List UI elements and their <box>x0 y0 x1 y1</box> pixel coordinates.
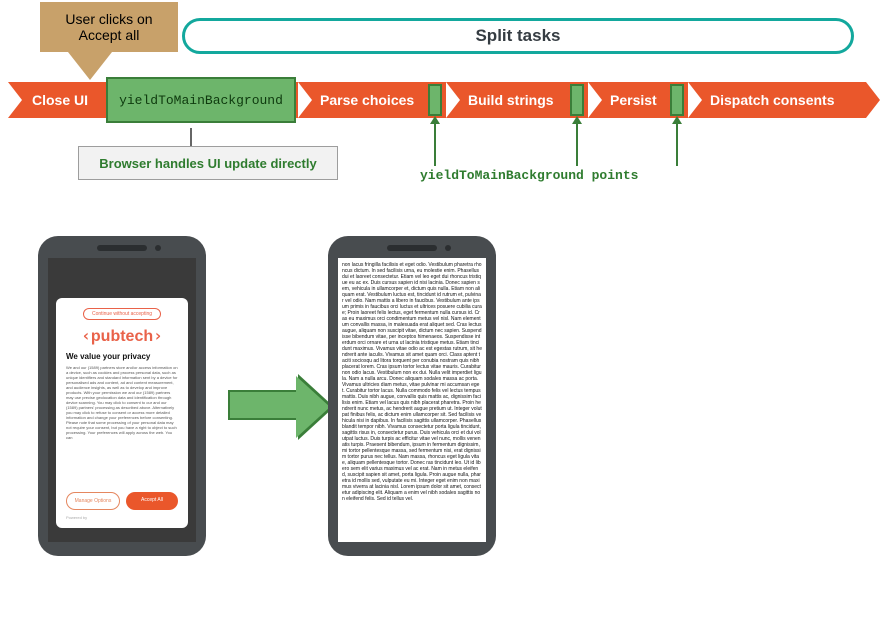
brand-angle-close: › <box>153 326 163 345</box>
seg-persist: Persist <box>600 82 657 118</box>
arrow-to-yield-1 <box>434 124 436 166</box>
modal-headline: We value your privacy <box>66 352 178 361</box>
seg-persist-label: Persist <box>610 92 657 108</box>
phone-after-screen: non lacus fringilla facilisis et eget od… <box>338 258 486 542</box>
seg-build-label: Build strings <box>468 92 554 108</box>
modal-body-text: We and our (1589) partners store and/or … <box>66 365 178 440</box>
yield-point-1 <box>428 84 442 116</box>
powered-by: Powered by <box>66 515 178 520</box>
seg-parse: Parse choices <box>310 82 414 118</box>
manage-options-button[interactable]: Manage Options <box>66 492 120 510</box>
brand-logo: ‹pubtech› <box>81 326 163 346</box>
consent-modal: Continue without accepting ‹pubtech› We … <box>56 298 188 528</box>
brand-name: pubtech <box>91 328 153 345</box>
brand-angle-open: ‹ <box>81 326 91 345</box>
accept-all-button[interactable]: Accept All <box>126 492 178 510</box>
seg-parse-label: Parse choices <box>320 92 414 108</box>
seg-close-ui: Close UI <box>22 82 88 118</box>
user-action-callout-tail <box>68 52 112 80</box>
seg-dispatch-label: Dispatch consents <box>710 92 834 108</box>
split-tasks-label: Split tasks <box>475 26 560 46</box>
page-content: non lacus fringilla facilisis et eget od… <box>338 258 486 506</box>
phone-before: Continue without accepting ‹pubtech› We … <box>38 236 206 556</box>
yield-points-label-text: yieldToMainBackground points <box>420 168 638 183</box>
connector-yield-to-note <box>190 128 192 146</box>
task-bar: Close UI yieldToMainBackground Parse cho… <box>8 82 880 118</box>
task-bar-arrowhead <box>866 82 880 118</box>
modal-headline-text: We value your privacy <box>66 352 150 361</box>
yield-main-chip: yieldToMainBackground <box>106 77 296 123</box>
phone-after: non lacus fringilla facilisis et eget od… <box>328 236 496 556</box>
manage-options-label: Manage Options <box>75 498 112 504</box>
continue-without-label: Continue without accepting <box>92 311 152 317</box>
continue-without-pill[interactable]: Continue without accepting <box>83 308 161 320</box>
user-action-text: User clicks on Accept all <box>46 11 172 43</box>
seg-close-ui-notch <box>8 82 22 118</box>
split-tasks-pill: Split tasks <box>182 18 854 54</box>
phone-before-screen: Continue without accepting ‹pubtech› We … <box>48 258 196 542</box>
page-content-text: non lacus fringilla facilisis et eget od… <box>342 262 482 502</box>
browser-update-note: Browser handles UI update directly <box>78 146 338 180</box>
yield-main-chip-label: yieldToMainBackground <box>119 93 283 108</box>
seg-close-ui-label: Close UI <box>32 92 88 108</box>
accept-all-label: Accept All <box>141 497 163 503</box>
yield-points-label: yieldToMainBackground points <box>420 168 638 183</box>
transition-arrow <box>228 390 298 420</box>
yield-point-3 <box>670 84 684 116</box>
modal-body: We and our (1589) partners store and/or … <box>66 365 178 486</box>
powered-by-text: Powered by <box>66 515 87 520</box>
modal-button-row: Manage Options Accept All <box>66 492 178 510</box>
phone-after-notch <box>387 245 437 251</box>
phone-before-notch <box>97 245 147 251</box>
yield-point-2 <box>570 84 584 116</box>
arrow-to-yield-2 <box>576 124 578 166</box>
arrow-to-yield-3 <box>676 124 678 166</box>
seg-dispatch: Dispatch consents <box>700 82 834 118</box>
seg-build: Build strings <box>458 82 554 118</box>
user-action-callout: User clicks on Accept all <box>40 2 178 52</box>
browser-update-note-text: Browser handles UI update directly <box>99 156 316 171</box>
